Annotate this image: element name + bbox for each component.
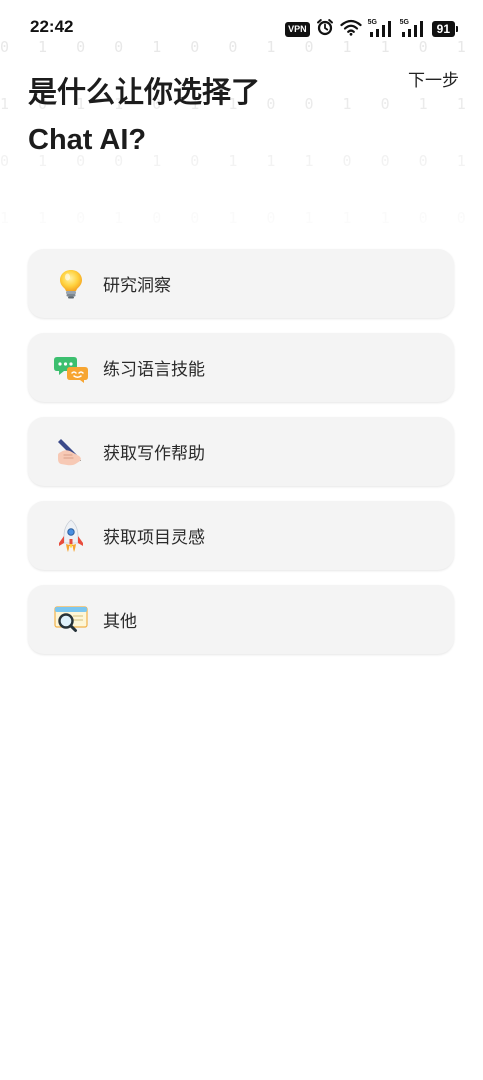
light-bulb-icon (54, 267, 88, 301)
option-writing-help[interactable]: 获取写作帮助 (28, 417, 454, 486)
page-title-line-1: 是什么让你选择了 (28, 77, 261, 109)
speech-bubbles-icon (54, 351, 88, 385)
option-research-insights[interactable]: 研究洞察 (28, 249, 454, 318)
page-title: 是什么让你选择了 Chat AI? (28, 70, 260, 164)
status-bar: 22:42 VPN 5G 5G 91 (0, 0, 483, 56)
magnifier-icon (54, 603, 88, 637)
option-label: 获取项目灵感 (103, 528, 205, 548)
vpn-icon: VPN (285, 21, 310, 37)
option-project-inspiration[interactable]: 获取项目灵感 (28, 501, 454, 570)
signal-5g-icon: 5G (368, 19, 394, 38)
option-label: 研究洞察 (103, 276, 171, 296)
rocket-icon (54, 518, 88, 553)
status-icons: VPN 5G 5G 91 (285, 18, 459, 40)
status-time: 22:42 (30, 17, 74, 36)
page-title-line-2: Chat AI? (28, 124, 147, 156)
writing-hand-icon (54, 435, 88, 469)
wifi-icon (340, 19, 362, 40)
signal-5g-icon: 5G (400, 19, 426, 38)
option-list: 研究洞察 练习语言技能 获取写作帮助 获取项目灵感 其他 (28, 249, 454, 654)
option-other[interactable]: 其他 (28, 585, 454, 654)
option-label: 获取写作帮助 (103, 444, 205, 464)
alarm-icon (316, 18, 334, 40)
option-label: 其他 (103, 612, 137, 632)
screen: 0 1 0 0 1 0 0 1 0 1 1 0 1 1 1 0 1 1 0 1 … (0, 0, 483, 1080)
option-label: 练习语言技能 (103, 360, 205, 380)
next-button[interactable]: 下一步 (408, 66, 459, 91)
battery-icon: 91 (431, 21, 459, 37)
option-language-practice[interactable]: 练习语言技能 (28, 333, 454, 402)
